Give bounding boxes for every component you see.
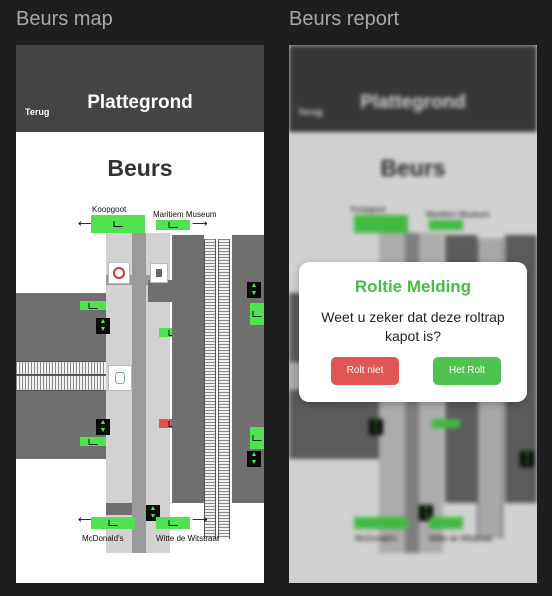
arrow-right-icon: ⟶: [192, 218, 208, 230]
escalator-icon: [168, 222, 178, 228]
escalator-icon: [168, 520, 178, 526]
app-header: Terug Plattegrond: [16, 45, 264, 132]
escalator-left-lower[interactable]: [80, 437, 106, 446]
track-horizontal: [16, 375, 106, 391]
report-dialog: Roltie Melding Weet u zeker dat deze rol…: [299, 262, 527, 402]
track-vertical: [204, 239, 216, 539]
escalator-icon: [108, 520, 118, 526]
escalator-maritiem[interactable]: [156, 220, 190, 230]
elevator-icon[interactable]: ▲ ▼: [96, 419, 110, 435]
escalator-icon: [88, 438, 98, 445]
escalator-icon: [88, 302, 98, 309]
exit-label-mcdonalds: McDonald's: [82, 534, 124, 543]
escalator-icon: [113, 221, 123, 227]
block: [106, 503, 132, 515]
block: [148, 280, 172, 302]
elevator-icon[interactable]: ▲ ▼: [247, 451, 261, 467]
map-screen: Terug Plattegrond Beurs Koopgoot Maritie…: [16, 45, 264, 583]
escalator-left-upper[interactable]: [80, 301, 106, 310]
frame-title-map: Beurs map: [16, 8, 113, 30]
arrow-right-icon: ⟶: [192, 514, 208, 526]
escalator-working-button[interactable]: Het Rolt: [433, 357, 501, 385]
header-title: Plattegrond: [87, 92, 193, 113]
escalator-witte-de-with[interactable]: [156, 517, 190, 529]
station-title: Beurs: [107, 155, 173, 181]
escalator-mcdonalds[interactable]: [91, 517, 135, 529]
track-horizontal: [16, 361, 106, 375]
escalator-right-upper[interactable]: [250, 303, 264, 325]
track-vertical: [218, 239, 230, 539]
frame-title-report: Beurs report: [289, 8, 400, 30]
exit-label-koopgoot: Koopgoot: [92, 205, 127, 214]
platform-right-inner: [172, 235, 204, 503]
escalator-icon: [252, 435, 262, 441]
escalator-not-working-button[interactable]: Rolt niet: [331, 357, 399, 385]
tram-logo-icon: [108, 365, 132, 391]
report-screen: Terug Plattegrond Beurs Koopgoot Maritie…: [289, 45, 537, 583]
escalator-koopgoot[interactable]: [91, 215, 145, 233]
ns-logo-icon: [150, 263, 168, 283]
platform-left-lower: [16, 391, 106, 459]
exit-label-witte-de-with: Witte de Witstraat: [156, 534, 220, 543]
elevator-icon[interactable]: ▲ ▼: [96, 318, 110, 334]
station-map: Koopgoot Maritiem Museum ⟵ ⟶ ▲▼ ▲▼ ▲▼: [16, 205, 264, 583]
dialog-message: Weet u zeker dat deze roltrap kapot is?: [321, 309, 505, 344]
elevator-icon[interactable]: ▲ ▼: [247, 282, 261, 298]
escalator-right-lower[interactable]: [250, 427, 264, 449]
dialog-title: Roltie Melding: [354, 277, 472, 296]
ret-logo-icon: [108, 262, 130, 284]
escalator-icon: [252, 311, 262, 317]
